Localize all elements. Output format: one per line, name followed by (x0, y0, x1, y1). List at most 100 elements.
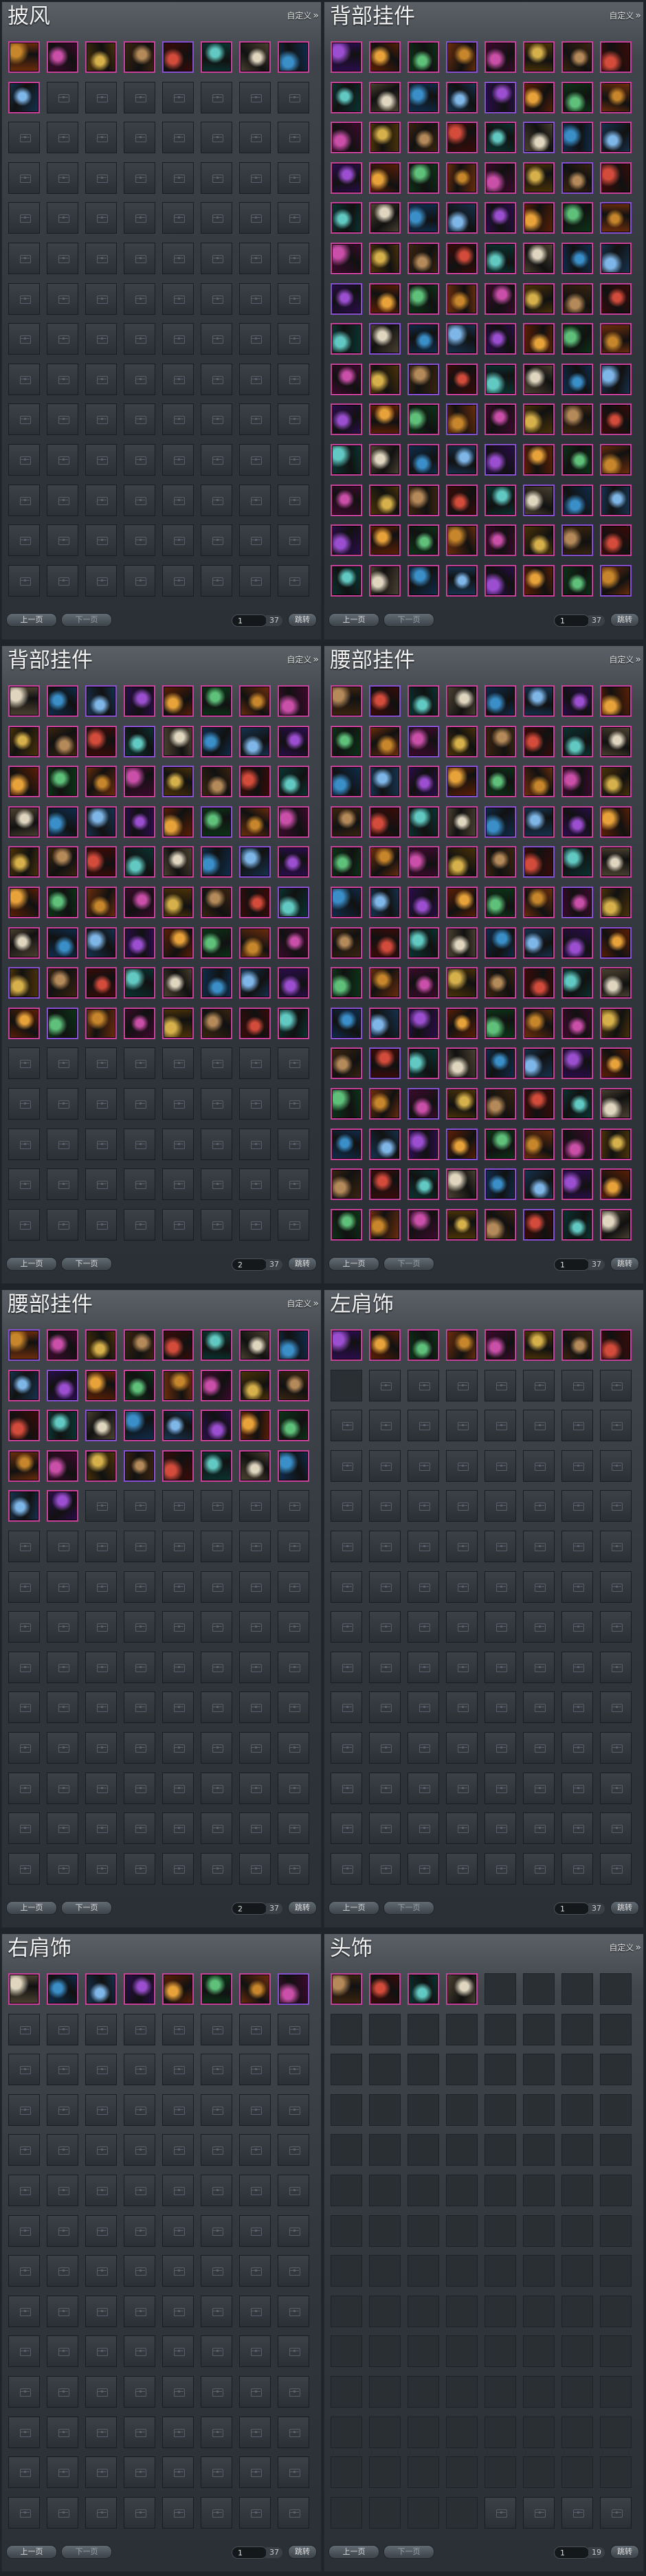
locked-slot[interactable] (278, 122, 309, 153)
item-slot[interactable] (446, 283, 478, 315)
locked-slot[interactable] (561, 2497, 593, 2529)
locked-slot[interactable] (124, 2014, 155, 2045)
empty-slot[interactable] (408, 2296, 439, 2327)
item-slot[interactable] (369, 82, 401, 113)
locked-slot[interactable] (278, 162, 309, 194)
item-slot[interactable] (561, 1047, 593, 1079)
locked-slot[interactable] (408, 1652, 439, 1683)
empty-slot[interactable] (523, 2335, 555, 2367)
next-page-button[interactable]: 下一页 (383, 613, 434, 627)
locked-slot[interactable] (408, 1450, 439, 1482)
locked-slot[interactable] (239, 1209, 271, 1241)
item-slot[interactable] (47, 726, 78, 757)
locked-slot[interactable] (561, 1410, 593, 1441)
locked-slot[interactable] (201, 403, 232, 435)
locked-slot[interactable] (162, 122, 194, 153)
item-slot[interactable] (85, 1410, 117, 1441)
locked-slot[interactable] (85, 2417, 117, 2448)
locked-slot[interactable] (124, 1652, 155, 1683)
locked-slot[interactable] (278, 2417, 309, 2448)
locked-slot[interactable] (369, 1410, 401, 1441)
item-slot[interactable] (8, 726, 40, 757)
item-slot[interactable] (85, 726, 117, 757)
item-slot[interactable] (85, 1008, 117, 1039)
empty-slot[interactable] (561, 2175, 593, 2206)
item-slot[interactable] (369, 323, 401, 355)
item-slot[interactable] (369, 1088, 401, 1120)
item-slot[interactable] (239, 1450, 271, 1482)
locked-slot[interactable] (600, 1571, 632, 1603)
item-slot[interactable] (47, 1973, 78, 2005)
locked-slot[interactable] (561, 1853, 593, 1885)
locked-slot[interactable] (600, 1450, 632, 1482)
locked-slot[interactable] (201, 1611, 232, 1643)
locked-slot[interactable] (8, 2094, 40, 2126)
locked-slot[interactable] (8, 283, 40, 315)
locked-slot[interactable] (201, 485, 232, 516)
item-slot[interactable] (446, 444, 478, 476)
item-slot[interactable] (47, 846, 78, 878)
item-slot[interactable] (85, 967, 117, 999)
item-slot[interactable] (124, 806, 155, 838)
locked-slot[interactable] (85, 565, 117, 597)
item-slot[interactable] (369, 565, 401, 597)
locked-slot[interactable] (162, 1047, 194, 1079)
item-slot[interactable] (331, 524, 362, 556)
item-slot[interactable] (446, 485, 478, 516)
empty-slot[interactable] (485, 2014, 516, 2045)
item-slot[interactable] (201, 967, 232, 999)
item-slot[interactable] (600, 41, 632, 73)
locked-slot[interactable] (278, 2215, 309, 2247)
item-slot[interactable] (523, 967, 555, 999)
item-slot[interactable] (485, 1329, 516, 1361)
locked-slot[interactable] (239, 1773, 271, 1804)
locked-slot[interactable] (47, 323, 78, 355)
locked-slot[interactable] (239, 524, 271, 556)
locked-slot[interactable] (124, 2335, 155, 2367)
locked-slot[interactable] (124, 1209, 155, 1241)
item-slot[interactable] (331, 41, 362, 73)
empty-slot[interactable] (523, 2175, 555, 2206)
item-slot[interactable] (446, 1168, 478, 1200)
item-slot[interactable] (369, 41, 401, 73)
locked-slot[interactable] (47, 1812, 78, 1844)
item-slot[interactable] (239, 1008, 271, 1039)
locked-slot[interactable] (85, 2497, 117, 2529)
item-slot[interactable] (408, 364, 439, 395)
item-slot[interactable] (446, 524, 478, 556)
item-slot[interactable] (369, 887, 401, 918)
locked-slot[interactable] (408, 1531, 439, 1562)
locked-slot[interactable] (162, 2376, 194, 2408)
customize-button[interactable]: 自定义» (609, 1942, 641, 1953)
locked-slot[interactable] (278, 2054, 309, 2085)
item-slot[interactable] (561, 685, 593, 717)
item-slot[interactable] (446, 766, 478, 797)
item-slot[interactable] (446, 82, 478, 113)
locked-slot[interactable] (446, 1410, 478, 1441)
item-slot[interactable] (369, 283, 401, 315)
locked-slot[interactable] (47, 1853, 78, 1885)
item-slot[interactable] (446, 887, 478, 918)
empty-slot[interactable] (369, 2376, 401, 2408)
item-slot[interactable] (331, 162, 362, 194)
item-slot[interactable] (561, 967, 593, 999)
locked-slot[interactable] (201, 524, 232, 556)
empty-slot[interactable] (408, 2215, 439, 2247)
item-slot[interactable] (561, 202, 593, 234)
locked-slot[interactable] (162, 2255, 194, 2287)
empty-slot[interactable] (600, 2255, 632, 2287)
item-slot[interactable] (8, 967, 40, 999)
item-slot[interactable] (239, 41, 271, 73)
item-slot[interactable] (561, 846, 593, 878)
empty-slot[interactable] (523, 2296, 555, 2327)
item-slot[interactable] (408, 1129, 439, 1160)
locked-slot[interactable] (201, 2296, 232, 2327)
item-slot[interactable] (408, 1973, 439, 2005)
locked-slot[interactable] (162, 2497, 194, 2529)
locked-slot[interactable] (600, 1732, 632, 1764)
empty-slot[interactable] (523, 1973, 555, 2005)
item-slot[interactable] (162, 41, 194, 73)
item-slot[interactable] (278, 685, 309, 717)
item-slot[interactable] (331, 927, 362, 959)
locked-slot[interactable] (201, 444, 232, 476)
